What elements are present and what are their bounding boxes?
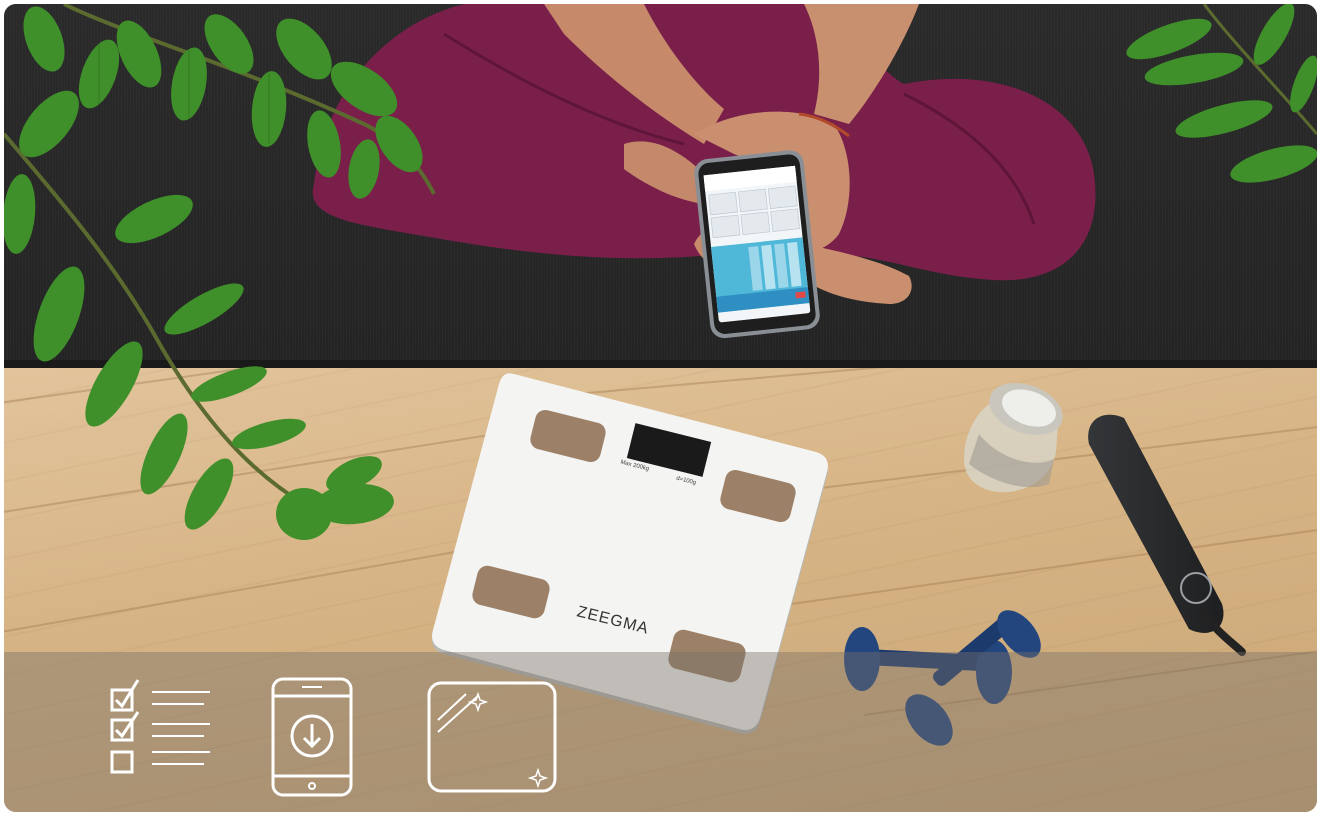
app-download-icon bbox=[270, 676, 354, 798]
bluetooth-speaker bbox=[1088, 414, 1246, 656]
checklist-icon bbox=[108, 676, 218, 786]
smartphone bbox=[694, 150, 820, 339]
plant-branch-right bbox=[1126, 4, 1317, 183]
glass-bottle bbox=[964, 382, 1063, 493]
product-photo: ZEEGMA Max 200kg d=100g bbox=[4, 4, 1317, 812]
plant-branch-left bbox=[4, 4, 436, 540]
tempered-glass-icon bbox=[426, 680, 558, 794]
